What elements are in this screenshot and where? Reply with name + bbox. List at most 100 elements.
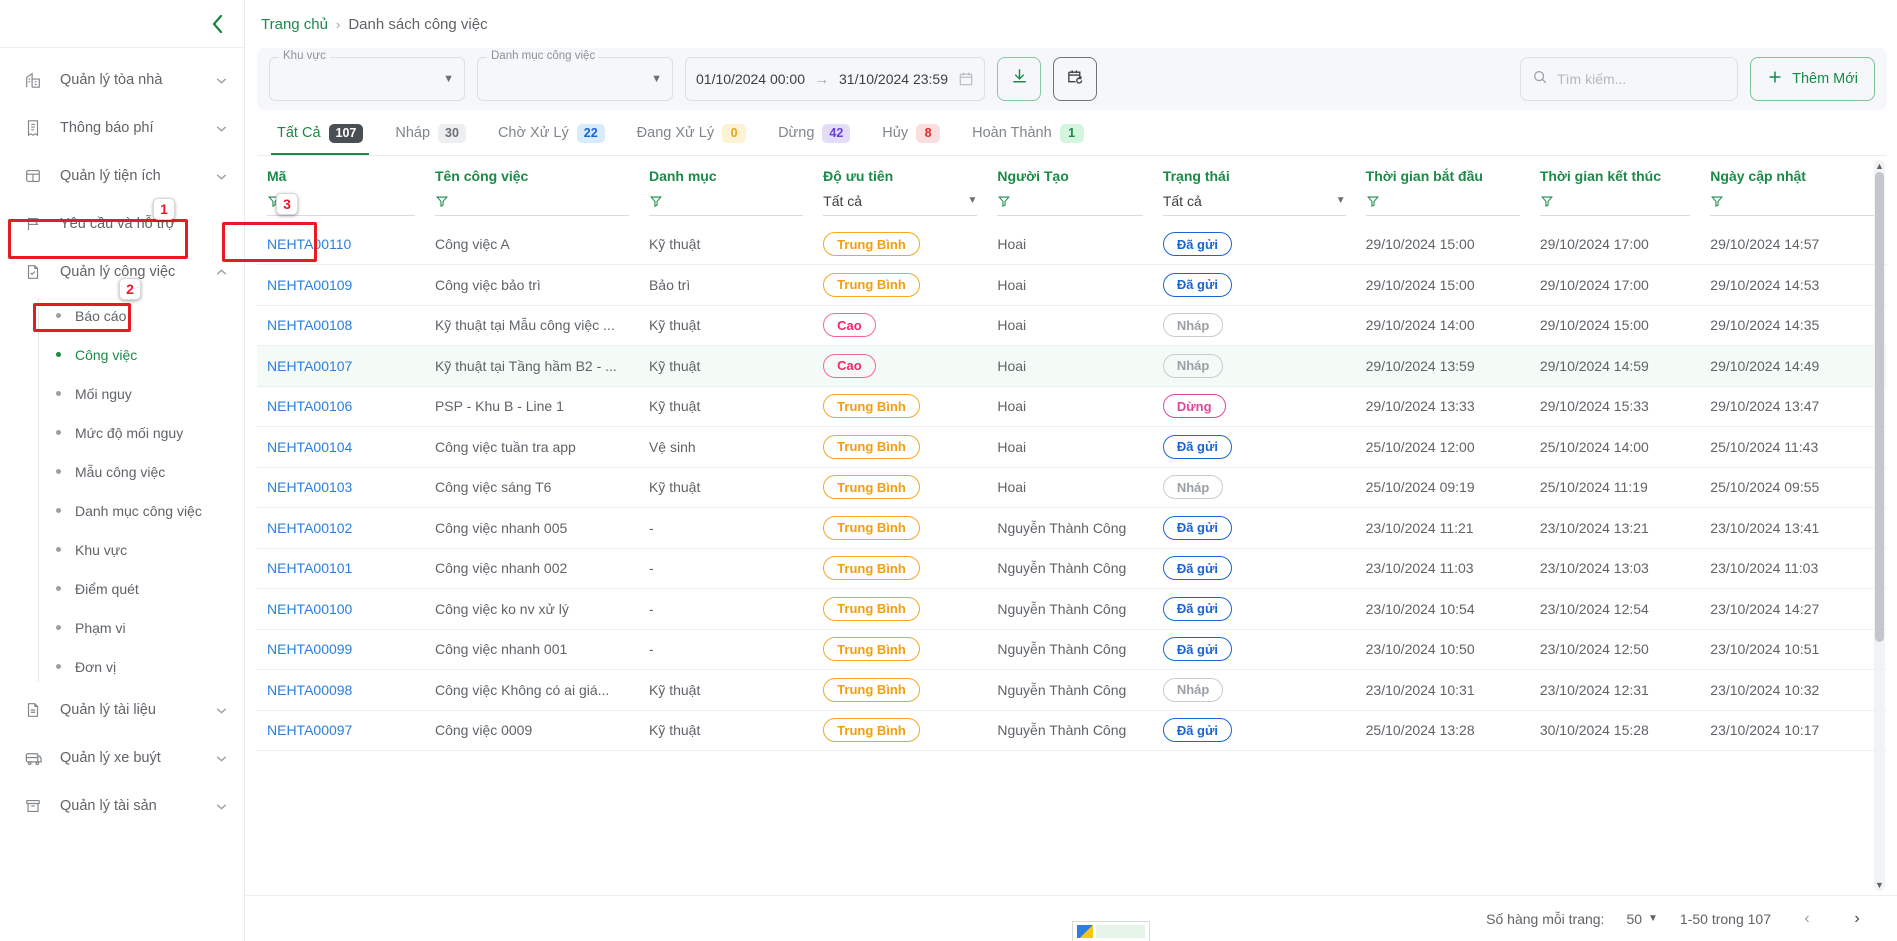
cell-code-value[interactable]: NEHTA00101 (267, 560, 352, 576)
tab-nhap[interactable]: Nháp 30 (383, 123, 478, 154)
sidebar-item-khu-vuc[interactable]: Khu vực (38, 530, 244, 569)
area-select[interactable]: Khu vực ▼ (269, 50, 465, 101)
sidebar-collapse-icon[interactable] (204, 11, 230, 37)
table-row[interactable]: NEHTA00110 Công việc A Kỹ thuật Trung Bình H… (257, 224, 1887, 265)
sidebar-item-building[interactable]: Quản lý tòa nhà (0, 56, 244, 104)
calendar-icon[interactable] (958, 71, 974, 87)
chevron-down-icon[interactable] (215, 752, 228, 765)
sidebar-item-support[interactable]: Yêu cầu và hỗ trợ (0, 200, 244, 248)
cell-code-value[interactable]: NEHTA00110 (267, 236, 351, 252)
cell-code-value[interactable]: NEHTA00108 (267, 317, 352, 333)
cell-code-value[interactable]: NEHTA00097 (267, 722, 352, 738)
category-select[interactable]: Danh mục công việc ▼ (477, 50, 673, 101)
add-new-button[interactable]: Thêm Mới (1750, 57, 1875, 101)
filter-cell-danh-muc[interactable] (639, 186, 813, 224)
table-row[interactable]: NEHTA00108 Kỹ thuật tại Mẫu công việc ...… (257, 305, 1887, 346)
filter-cell-bat-dau[interactable] (1356, 186, 1530, 224)
scroll-down-icon[interactable]: ▼ (1874, 879, 1885, 891)
filter-cell-cap-nhat[interactable] (1700, 186, 1887, 224)
table-row[interactable]: NEHTA00101 Công việc nhanh 002- Trung Bình… (257, 548, 1887, 589)
col-header-nguoi-tao[interactable]: Người Tạo (987, 156, 1152, 186)
cell-code-value[interactable]: NEHTA00104 (267, 439, 352, 455)
table-row[interactable]: NEHTA00104 Công việc tuần tra app Vệ sinh T… (257, 426, 1887, 468)
table-row[interactable]: NEHTA00097 Công việc 0009 Kỹ thuật Trung Bì… (257, 710, 1887, 751)
sidebar-item-don-vi[interactable]: Đơn vị (38, 647, 244, 686)
filter-cell-ten[interactable] (425, 186, 639, 224)
prev-page-button[interactable]: ‹ (1793, 905, 1821, 933)
chevron-down-icon[interactable]: ▼ (1336, 195, 1346, 206)
filter-cell-nguoi-tao[interactable] (987, 186, 1152, 224)
col-header-do-uu-tien[interactable]: Độ ưu tiên (813, 156, 987, 186)
filter-icon[interactable] (997, 194, 1011, 208)
table-row[interactable]: NEHTA00102 Công việc nhanh 005- Trung Bình… (257, 507, 1887, 549)
tab-huy[interactable]: Hủy 8 (870, 123, 952, 154)
cell-code-value[interactable]: NEHTA00106 (267, 398, 352, 414)
cell-code-value[interactable]: NEHTA00099 (267, 641, 352, 657)
cell-code[interactable]: NEHTA00109 (257, 264, 425, 306)
sidebar-item-assets[interactable]: Quản lý tài sản (0, 782, 244, 830)
cell-code[interactable]: NEHTA00102 (257, 507, 425, 549)
scroll-up-icon[interactable]: ▲ (1874, 160, 1885, 172)
chevron-down-icon[interactable]: ▼ (1648, 913, 1658, 924)
chevron-down-icon[interactable]: ▼ (967, 195, 977, 206)
filter-cell-trang-thai[interactable]: Tất cả ▼ (1153, 186, 1356, 224)
table-vertical-scrollbar[interactable]: ▲ ▼ (1874, 160, 1885, 891)
table-row[interactable]: NEHTA00106 PSP - Khu B - Line 1 Kỹ thuật Tr… (257, 386, 1887, 427)
cell-code[interactable]: NEHTA00101 (257, 548, 425, 589)
filter-icon[interactable] (1366, 194, 1380, 208)
cell-code-value[interactable]: NEHTA00102 (267, 520, 352, 536)
tab-dung[interactable]: Dừng 42 (766, 123, 862, 154)
sidebar-item-pham-vi[interactable]: Phạm vi (38, 608, 244, 647)
chevron-down-icon[interactable] (215, 704, 228, 717)
cell-code[interactable]: NEHTA00100 (257, 588, 425, 630)
date-from-value[interactable]: 01/10/2024 00:00 (696, 71, 805, 87)
scrollbar-thumb[interactable] (1875, 172, 1884, 642)
chevron-down-icon[interactable] (215, 74, 228, 87)
col-header-danh-muc[interactable]: Danh mục (639, 156, 813, 186)
tab-tat-ca[interactable]: Tất Cả 107 (265, 123, 375, 155)
date-range-picker[interactable]: 01/10/2024 00:00 → 31/10/2024 23:59 (685, 57, 985, 101)
cell-code-value[interactable]: NEHTA00107 (267, 358, 352, 374)
cell-code[interactable]: NEHTA00110 (257, 224, 425, 265)
col-header-trang-thai[interactable]: Trạng thái (1153, 156, 1356, 186)
table-row[interactable]: NEHTA00099 Công việc nhanh 001- Trung Bình… (257, 629, 1887, 670)
cell-code-value[interactable]: NEHTA00103 (267, 479, 352, 495)
table-row[interactable]: NEHTA00098 Công việc Không có ai giá... Kỹ… (257, 669, 1887, 711)
cell-code[interactable]: NEHTA00106 (257, 386, 425, 427)
cell-code[interactable]: NEHTA00098 (257, 669, 425, 711)
taskbar-preview-thumbnail[interactable] (1072, 921, 1150, 941)
cell-code[interactable]: NEHTA00104 (257, 426, 425, 468)
cell-code-value[interactable]: NEHTA00098 (267, 682, 352, 698)
cell-code[interactable]: NEHTA00097 (257, 710, 425, 751)
chevron-down-icon[interactable] (215, 800, 228, 813)
sidebar-item-bus[interactable]: Quản lý xe buýt (0, 734, 244, 782)
filter-cell-do-uu-tien[interactable]: Tất cả ▼ (813, 186, 987, 224)
cell-code[interactable]: NEHTA00099 (257, 629, 425, 670)
sidebar-item-diem-quet[interactable]: Điểm quét (38, 569, 244, 608)
sidebar-item-danh-muc-cong-viec[interactable]: Danh mục công việc (38, 491, 244, 530)
rows-per-page-select[interactable]: 50 ▼ (1626, 911, 1657, 927)
filter-icon[interactable] (1710, 194, 1724, 208)
chevron-down-icon[interactable] (215, 170, 228, 183)
col-header-ma[interactable]: Mã (257, 156, 425, 186)
tab-hoan-thanh[interactable]: Hoàn Thành 1 (960, 123, 1096, 154)
sidebar-item-documents[interactable]: Quản lý tài liệu (0, 686, 244, 734)
col-header-ngay-cap-nhat[interactable]: Ngày cập nhật (1700, 156, 1887, 186)
filter-icon[interactable] (1540, 194, 1554, 208)
col-header-thoi-gian-bat-dau[interactable]: Thời gian bắt đầu (1356, 156, 1530, 186)
sidebar-item-utility[interactable]: Quản lý tiện ích (0, 152, 244, 200)
cell-code[interactable]: NEHTA00103 (257, 467, 425, 508)
sidebar-item-cong-viec[interactable]: Công việc (38, 335, 244, 374)
sidebar-item-moi-nguy[interactable]: Mối nguy (38, 374, 244, 413)
chevron-down-icon[interactable]: ▼ (443, 73, 454, 85)
sidebar-item-mau-cong-viec[interactable]: Mẫu công việc (38, 452, 244, 491)
download-button[interactable] (997, 57, 1041, 101)
tab-cho-xu-ly[interactable]: Chờ Xử Lý 22 (486, 123, 617, 154)
table-row[interactable]: NEHTA00100 Công việc ko nv xử lý - Trung Bì… (257, 588, 1887, 630)
sidebar-item-report[interactable]: Báo cáo (38, 296, 244, 335)
sidebar-item-muc-do-moi-nguy[interactable]: Mức độ mối nguy (38, 413, 244, 452)
chevron-down-icon[interactable]: ▼ (651, 73, 662, 85)
schedule-history-button[interactable] (1053, 57, 1097, 101)
chevron-up-icon[interactable] (215, 266, 228, 279)
search-input[interactable] (1557, 71, 1727, 87)
